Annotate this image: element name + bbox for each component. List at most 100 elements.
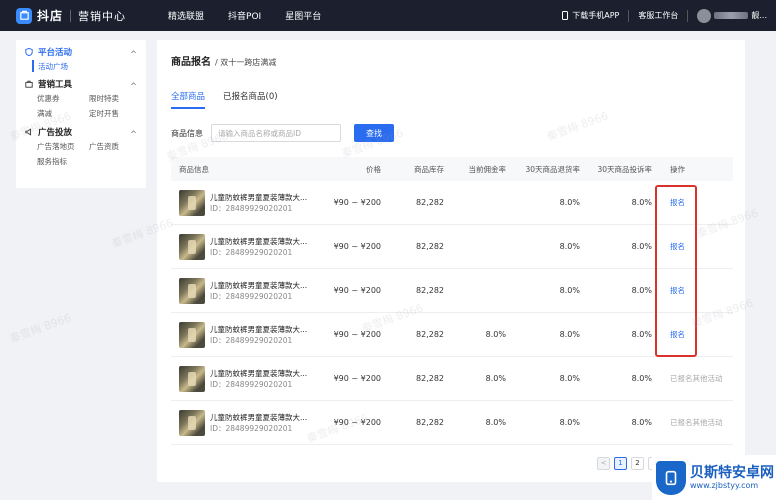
product-id: ID：28489929020201: [210, 423, 293, 433]
product-cell: 儿童防蚊裤男童夏装薄款大... ID：28489929020201: [171, 321, 326, 348]
sidebar-item-ad-landing-page[interactable]: 广告落地页: [37, 141, 89, 153]
product-thumbnail[interactable]: [179, 409, 205, 436]
sidebar-header-ads[interactable]: 广告投放: [16, 124, 146, 140]
return-rate-cell: 8.0%: [559, 198, 580, 207]
watermark: 秦雪梅 8966: [7, 311, 73, 346]
product-id: ID：28489929020201: [210, 203, 293, 213]
sidebar-header-marketing-label: 营销工具: [38, 80, 73, 90]
stock-cell: 82,282: [416, 418, 444, 427]
price-cell: ¥90 ~ ¥200: [333, 330, 381, 339]
col-header-commission: 当前佣金率: [468, 164, 507, 174]
sidebar-item-service-metrics[interactable]: 服务指标: [37, 156, 89, 168]
product-thumbnail[interactable]: [179, 189, 205, 216]
commission-cell: 8.0%: [485, 418, 506, 427]
user-menu[interactable]: 靓...: [688, 8, 776, 23]
product-name[interactable]: 儿童防蚊裤男童夏装薄款大...: [210, 236, 307, 247]
toolbox-icon: [25, 80, 33, 88]
search-row: 商品信息 查找: [171, 124, 394, 142]
product-id: ID：28489929020201: [210, 335, 293, 345]
sidebar-header-platform[interactable]: 平台活动: [16, 44, 146, 60]
site-logo-title: 贝斯特安卓网: [690, 464, 774, 481]
product-id: ID：28489929020201: [210, 291, 293, 301]
sidebar-section-ads: 广告投放 广告落地页 广告资质 服务指标: [16, 124, 146, 168]
sidebar-item-ad-qualification[interactable]: 广告资质: [89, 141, 141, 153]
service-desk-link[interactable]: 客服工作台: [629, 9, 689, 22]
sidebar-item-activity-square[interactable]: 活动广场: [32, 60, 146, 72]
brand-logo[interactable]: 抖店 营销中心: [16, 7, 126, 24]
site-logo-url: www.zjbstyy.com: [690, 480, 759, 490]
already-registered-text: 已报名其他活动: [670, 374, 723, 383]
top-navbar: 抖店 营销中心 精选联盟 抖音POI 星图平台 下载手机APP 客服工作台 靓.…: [0, 0, 776, 31]
price-cell: ¥90 ~ ¥200: [333, 242, 381, 251]
sidebar-header-marketing[interactable]: 营销工具: [16, 76, 146, 92]
return-rate-cell: 8.0%: [559, 242, 580, 251]
sidebar-item-scheduled-sale[interactable]: 定时开售: [89, 108, 141, 120]
already-registered-text: 已报名其他活动: [670, 418, 723, 427]
brand-divider: [70, 9, 72, 22]
table-row: 儿童防蚊裤男童夏装薄款大... ID：28489929020201 ¥90 ~ ¥…: [171, 313, 733, 357]
user-name-blurred: [714, 12, 749, 19]
sidebar-item-label: 活动广场: [38, 61, 68, 71]
sidebar: 平台活动 活动广场 营销工具 优惠券 限时特卖 满减 定时开售 广告投放 广告落…: [16, 40, 146, 188]
breadcrumb: 商品报名 / 双十一跨店满减: [171, 53, 276, 68]
page-button-2[interactable]: 2: [631, 457, 644, 470]
return-rate-cell: 8.0%: [559, 418, 580, 427]
product-cell: 儿童防蚊裤男童夏装薄款大... ID：28489929020201: [171, 189, 326, 216]
product-thumbnail[interactable]: [179, 277, 205, 304]
complaint-rate-cell: 8.0%: [631, 286, 652, 295]
stock-cell: 82,282: [416, 374, 444, 383]
tab-all-products[interactable]: 全部商品: [171, 90, 206, 109]
return-rate-cell: 8.0%: [559, 374, 580, 383]
prev-page-button[interactable]: <: [597, 457, 610, 470]
product-name[interactable]: 儿童防蚊裤男童夏装薄款大...: [210, 192, 307, 203]
chevron-up-icon: [131, 130, 136, 134]
table-row: 儿童防蚊裤男童夏装薄款大... ID：28489929020201 ¥90 ~ ¥…: [171, 401, 733, 445]
stock-cell: 82,282: [416, 198, 444, 207]
product-name[interactable]: 儿童防蚊裤男童夏装薄款大...: [210, 412, 307, 423]
megaphone-icon: [25, 128, 32, 136]
sidebar-item-full-reduction[interactable]: 满减: [37, 108, 89, 120]
sidebar-header-ads-label: 广告投放: [38, 128, 73, 138]
topnav-selected-alliance[interactable]: 精选联盟: [168, 9, 204, 22]
table-row: 儿童防蚊裤男童夏装薄款大... ID：28489929020201 ¥90 ~ ¥…: [171, 225, 733, 269]
tab-registered-products[interactable]: 已报名商品(0): [223, 90, 278, 109]
shield-logo-icon: [656, 460, 686, 495]
col-header-product: 商品信息: [179, 164, 209, 174]
search-label: 商品信息: [171, 128, 203, 138]
topnav-xingtu[interactable]: 星图平台: [285, 9, 321, 22]
product-name[interactable]: 儿童防蚊裤男童夏装薄款大...: [210, 280, 307, 291]
price-cell: ¥90 ~ ¥200: [333, 374, 381, 383]
table-row: 儿童防蚊裤男童夏装薄款大... ID：28489929020201 ¥90 ~ ¥…: [171, 269, 733, 313]
product-name[interactable]: 儿童防蚊裤男童夏装薄款大...: [210, 368, 307, 379]
chevron-up-icon: [131, 50, 136, 54]
sidebar-section-platform: 平台活动 活动广场: [16, 44, 146, 72]
stock-cell: 82,282: [416, 330, 444, 339]
search-button[interactable]: 查找: [354, 124, 394, 142]
topnav-douyin-poi[interactable]: 抖音POI: [228, 9, 261, 22]
page-button-1[interactable]: 1: [614, 457, 627, 470]
product-thumbnail[interactable]: [179, 365, 205, 392]
product-cell: 儿童防蚊裤男童夏装薄款大... ID：28489929020201: [171, 409, 326, 436]
return-rate-cell: 8.0%: [559, 330, 580, 339]
product-thumbnail[interactable]: [179, 233, 205, 260]
brand-name: 抖店: [37, 9, 64, 23]
top-right-actions: 下载手机APP 客服工作台 靓...: [553, 0, 776, 31]
download-app-link[interactable]: 下载手机APP: [553, 9, 630, 22]
product-id: ID：28489929020201: [210, 247, 293, 257]
complaint-rate-cell: 8.0%: [631, 374, 652, 383]
user-name-suffix: 靓...: [751, 11, 767, 20]
chevron-up-icon: [131, 82, 136, 86]
stock-cell: 82,282: [416, 242, 444, 251]
phone-icon: [562, 11, 569, 20]
sidebar-section-marketing: 营销工具 优惠券 限时特卖 满减 定时开售: [16, 76, 146, 120]
sidebar-item-flash-sale[interactable]: 限时特卖: [89, 93, 141, 105]
main-panel: 商品报名 / 双十一跨店满减 全部商品 已报名商品(0) 商品信息 查找 商品信…: [157, 40, 745, 482]
action-column-highlight: [655, 185, 697, 357]
page-title[interactable]: 商品报名: [171, 53, 211, 68]
col-header-return-rate: 30天商品退货率: [525, 164, 580, 174]
stock-cell: 82,282: [416, 286, 444, 295]
product-thumbnail[interactable]: [179, 321, 205, 348]
search-input[interactable]: [211, 124, 341, 142]
product-name[interactable]: 儿童防蚊裤男童夏装薄款大...: [210, 324, 307, 335]
sidebar-item-coupon[interactable]: 优惠券: [37, 93, 89, 105]
